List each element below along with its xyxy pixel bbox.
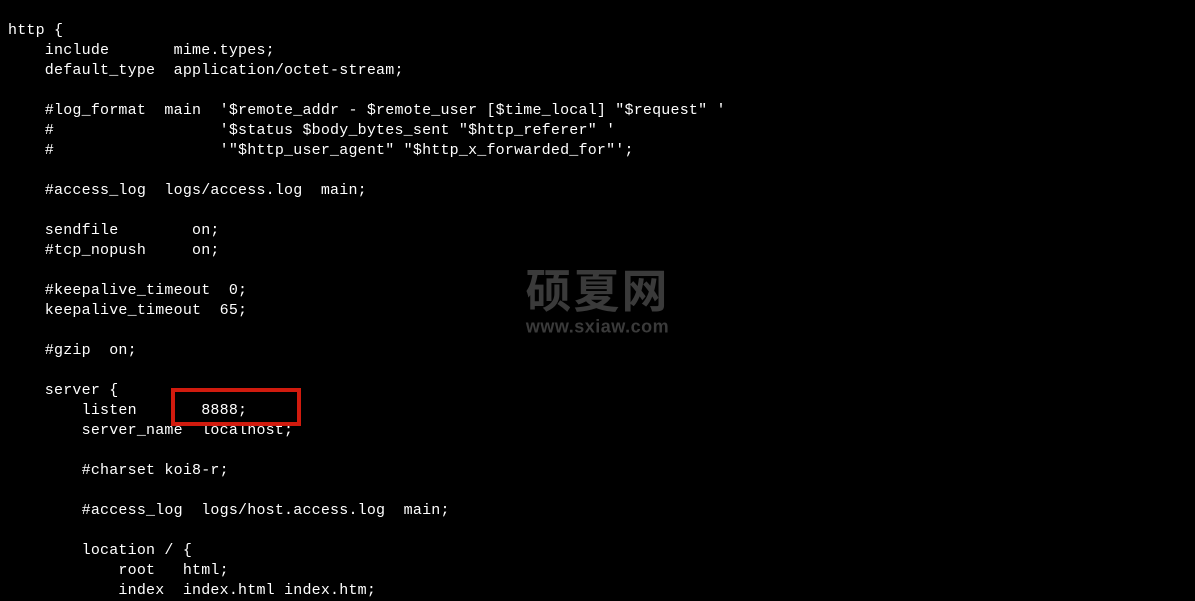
nginx-config-code: http { include mime.types; default_type … bbox=[0, 15, 734, 601]
